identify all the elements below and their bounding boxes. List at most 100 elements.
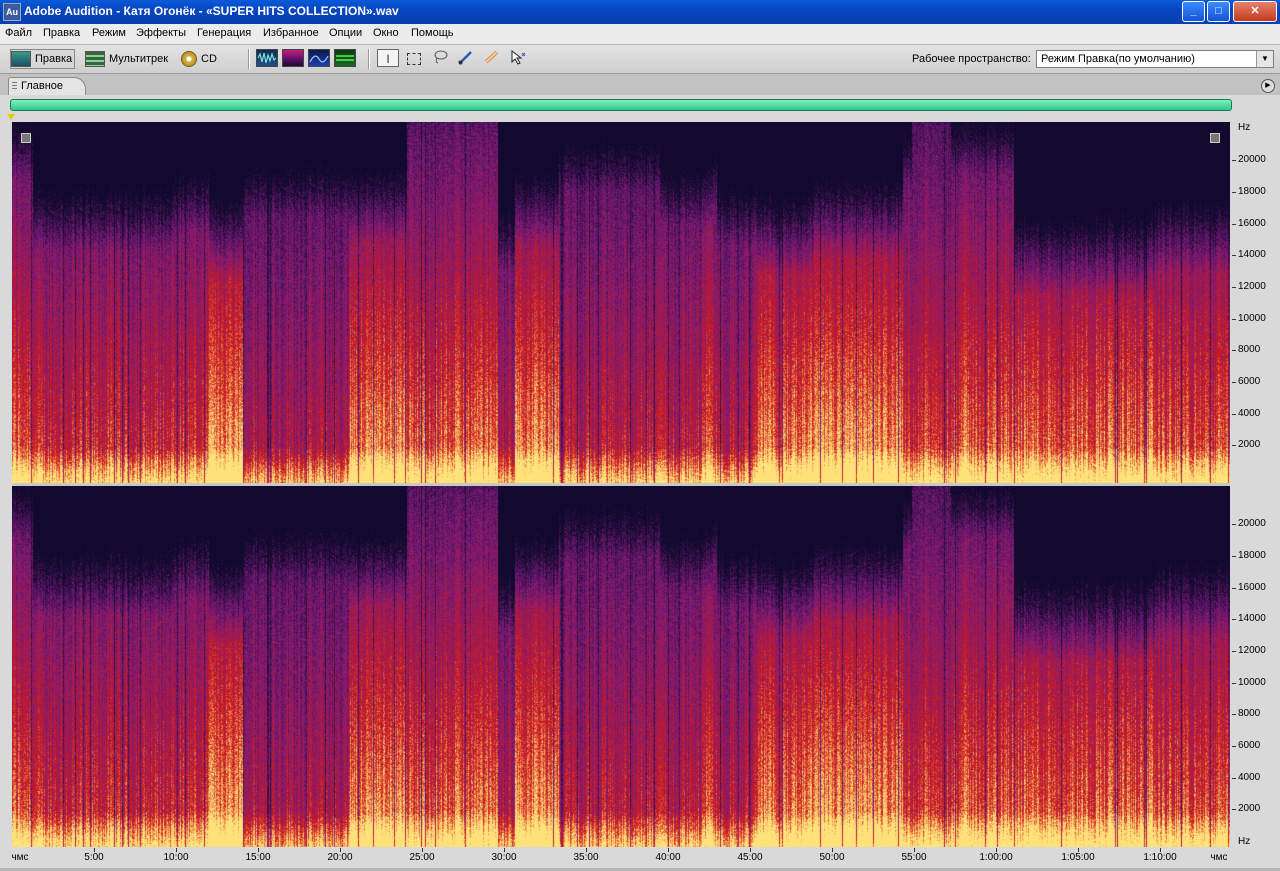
frequency-tick-label: 20000 <box>1238 154 1266 165</box>
menu-edit[interactable]: Правка <box>43 27 80 39</box>
frequency-tick <box>1232 556 1236 557</box>
marquee-selection-tool-button[interactable] <box>403 49 425 67</box>
spot-healing-brush-tool-icon <box>484 50 499 64</box>
frequency-tick <box>1232 319 1236 320</box>
toolbar: Правка Мультитрек CD I Рабочее пространс… <box>0 45 1280 74</box>
frequency-tick-label: 16000 <box>1238 582 1266 593</box>
frequency-tick-label: 8000 <box>1238 344 1261 355</box>
maximize-button[interactable]: □ <box>1207 1 1230 22</box>
spectral-pan-view-button[interactable] <box>308 49 330 67</box>
frequency-tick <box>1232 160 1236 161</box>
multitrack-icon <box>85 51 105 67</box>
audition-app-icon[interactable]: Au <box>3 3 21 21</box>
frequency-tick-label: 14000 <box>1238 613 1266 624</box>
frequency-tick <box>1232 192 1236 193</box>
time-tick-label: 55:00 <box>901 852 927 863</box>
play-arrow-icon: ▶ <box>1265 82 1271 89</box>
time-ruler[interactable]: чмс чмс 5:00 10:00 15:00 20:00 25:00 30:00 35:… <box>11 848 1230 868</box>
time-ruler-end-label: чмс <box>1210 852 1228 863</box>
tab-main-label: Главное <box>21 80 64 92</box>
overview-zoom-bar[interactable] <box>10 99 1232 111</box>
panel-grip-icon[interactable] <box>12 82 17 91</box>
spectral-phase-view-icon <box>336 55 354 61</box>
marquee-selection-tool-icon <box>407 52 421 65</box>
minimize-button[interactable]: _ <box>1182 1 1205 22</box>
frequency-tick-label: 10000 <box>1238 313 1266 324</box>
menu-favorites[interactable]: Избранное <box>263 27 319 39</box>
tab-main[interactable]: Главное <box>8 77 86 95</box>
frequency-tick <box>1232 224 1236 225</box>
time-tick-label: 1:10:00 <box>1143 852 1177 863</box>
multitrack-mode-button[interactable]: Мультитрек <box>85 49 168 69</box>
frequency-unit-label: Hz <box>1238 836 1251 847</box>
time-tick-label: 35:00 <box>573 852 599 863</box>
time-tick-label: 40:00 <box>655 852 681 863</box>
time-tick-label: 30:00 <box>491 852 517 863</box>
panel-menu-button[interactable]: ▶ <box>1261 79 1275 93</box>
time-tick-label: 1:05:00 <box>1061 852 1095 863</box>
menu-help[interactable]: Помощь <box>411 27 454 39</box>
frequency-tick <box>1232 651 1236 652</box>
workspace-label: Рабочее пространство: <box>912 53 1031 65</box>
playhead-marker[interactable] <box>7 114 15 120</box>
frequency-tick-label: 10000 <box>1238 677 1266 688</box>
frequency-tick-label: 14000 <box>1238 249 1266 260</box>
spectrogram-left-channel[interactable] <box>12 122 1230 483</box>
frequency-tick <box>1232 255 1236 256</box>
frequency-tick <box>1232 588 1236 589</box>
scrub-tool-button[interactable] <box>507 49 529 67</box>
frequency-tick-label: 20000 <box>1238 518 1266 529</box>
time-tick-label: 10:00 <box>163 852 189 863</box>
effects-paintbrush-tool-button[interactable] <box>455 49 477 67</box>
zoom-corner-right-icon[interactable] <box>1210 133 1220 143</box>
time-ruler-start-label: чмс <box>11 852 29 863</box>
menu-window[interactable]: Окно <box>373 27 399 39</box>
waveform-view-icon <box>257 51 277 64</box>
frequency-ruler-top[interactable]: Hz 20000 18000 16000 14000 12000 10000 8000 600… <box>1232 122 1280 483</box>
effects-paintbrush-tool-icon <box>458 51 472 65</box>
time-tick-label: 15:00 <box>245 852 271 863</box>
menu-effects[interactable]: Эффекты <box>136 27 186 39</box>
close-button[interactable]: ✕ <box>1233 1 1277 22</box>
frequency-tick-label: 12000 <box>1238 281 1266 292</box>
spectral-frequency-view-button[interactable] <box>282 49 304 67</box>
maximize-icon: □ <box>1215 5 1222 17</box>
menu-file[interactable]: Файл <box>5 27 32 39</box>
cd-mode-button[interactable]: CD <box>181 49 217 69</box>
frequency-unit-label: Hz <box>1238 122 1251 133</box>
toolbar-separator <box>248 49 250 69</box>
spectral-phase-view-button[interactable] <box>334 49 356 67</box>
spot-healing-brush-tool-button[interactable] <box>481 49 503 67</box>
frequency-tick-label: 18000 <box>1238 186 1266 197</box>
zoom-corner-left-icon[interactable] <box>21 133 31 143</box>
frequency-tick <box>1232 714 1236 715</box>
spectrogram-right-channel[interactable] <box>12 486 1230 847</box>
scrub-tool-icon <box>511 49 526 65</box>
frequency-tick-label: 8000 <box>1238 708 1261 719</box>
workspace-dropdown-value: Режим Правка(по умолчанию) <box>1041 53 1195 65</box>
frequency-tick-label: 6000 <box>1238 740 1261 751</box>
menu-generate[interactable]: Генерация <box>197 27 251 39</box>
menu-options[interactable]: Опции <box>329 27 362 39</box>
panel-tab-bar: Главное ▶ <box>0 74 1280 95</box>
time-tick-label: 50:00 <box>819 852 845 863</box>
time-selection-tool-button[interactable]: I <box>377 49 399 67</box>
edit-mode-label: Правка <box>35 53 73 65</box>
menu-bar: Файл Правка Режим Эффекты Генерация Избр… <box>0 24 1280 45</box>
close-icon: ✕ <box>1250 5 1260 17</box>
frequency-tick <box>1232 524 1236 525</box>
time-selection-tool-icon: I <box>386 52 390 66</box>
minimize-icon: _ <box>1190 5 1197 17</box>
window-title: Adobe Audition - Катя Огонёк - «SUPER HI… <box>24 4 399 18</box>
frequency-tick <box>1232 746 1236 747</box>
cd-mode-label: CD <box>201 53 217 65</box>
menu-mode[interactable]: Режим <box>92 27 126 39</box>
workspace-dropdown[interactable]: Режим Правка(по умолчанию) ▼ <box>1036 50 1274 68</box>
frequency-ruler-bottom[interactable]: Hz 20000 18000 16000 14000 12000 10000 8000 600… <box>1232 486 1280 847</box>
waveform-view-button[interactable] <box>256 49 278 67</box>
lasso-selection-tool-button[interactable] <box>429 49 451 67</box>
multitrack-mode-label: Мультитрек <box>109 53 169 65</box>
toolbar-separator <box>368 49 370 69</box>
time-tick-label: 25:00 <box>409 852 435 863</box>
edit-mode-button[interactable]: Правка <box>10 49 76 69</box>
